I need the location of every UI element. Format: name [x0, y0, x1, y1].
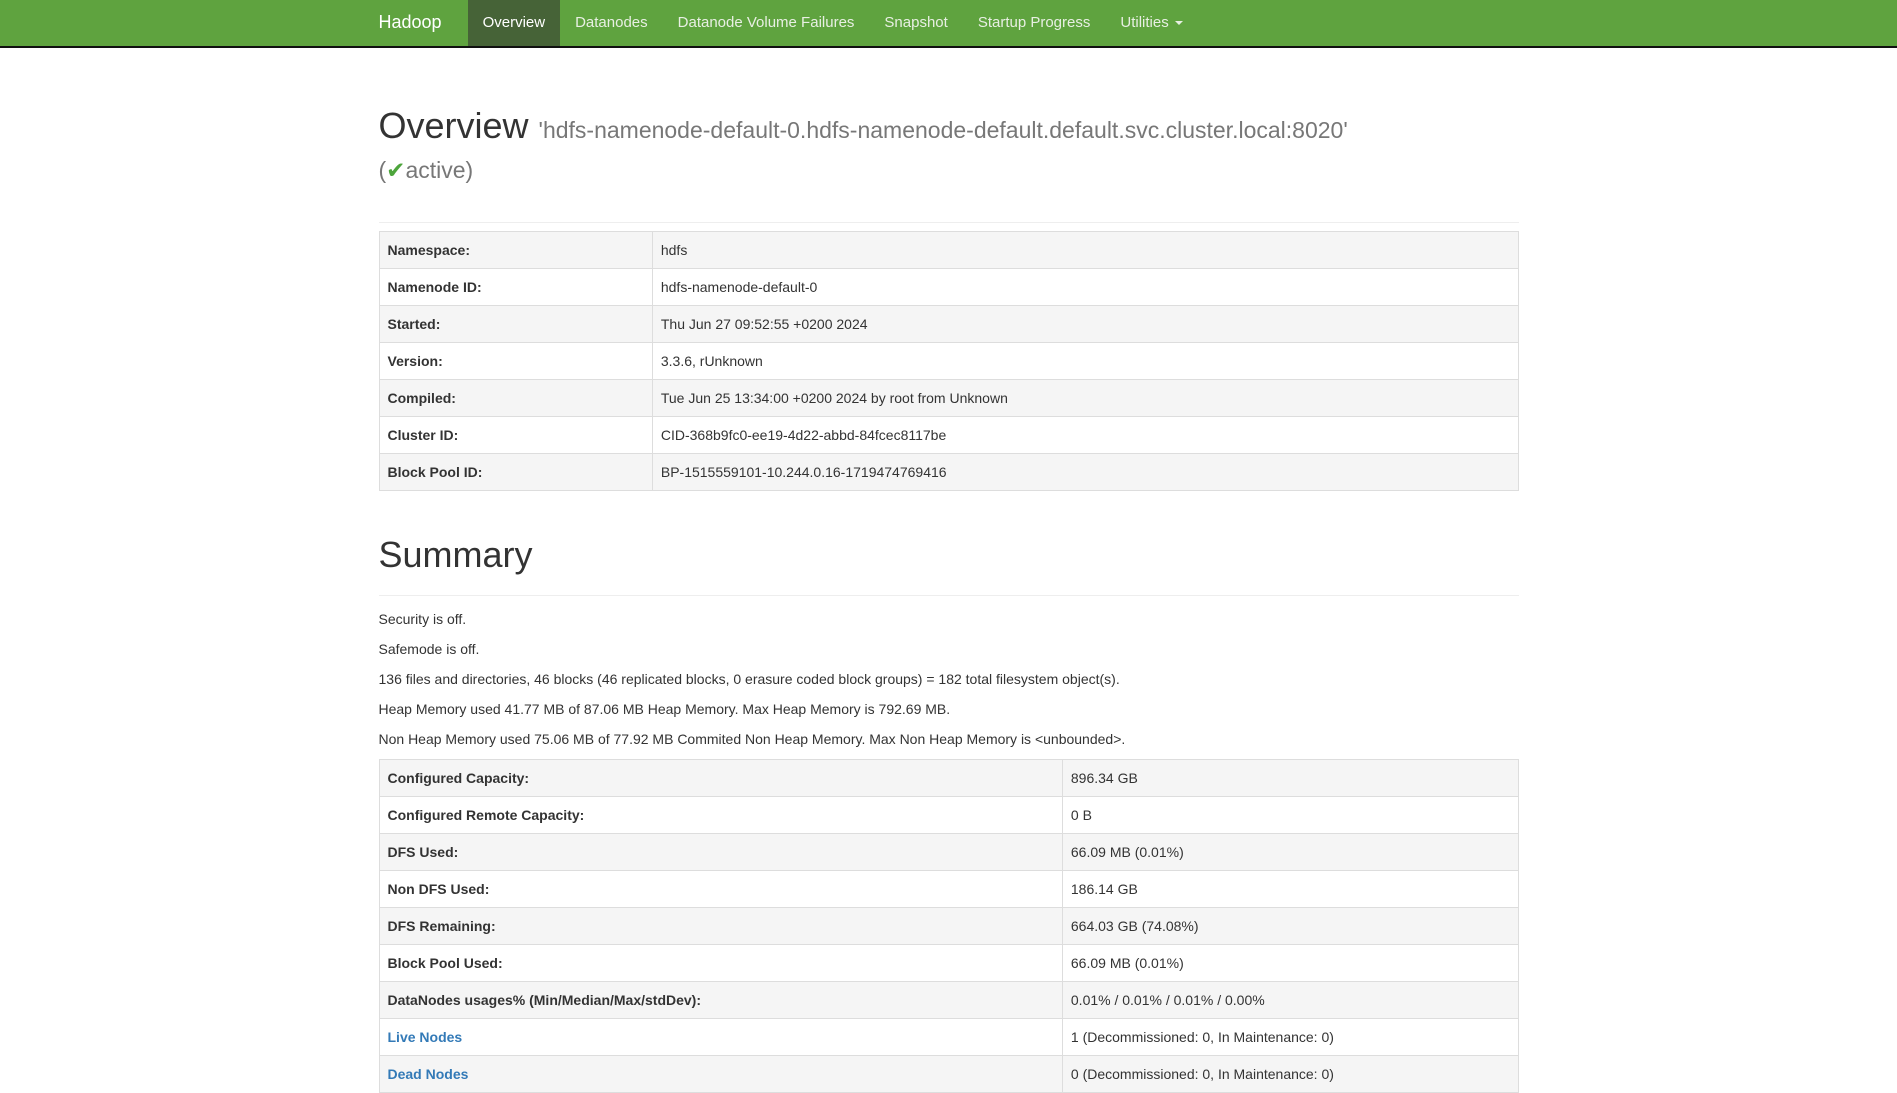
dead-nodes-link[interactable]: Dead Nodes — [388, 1066, 469, 1082]
summary-header: Summary — [379, 535, 1519, 596]
row-label: Dead Nodes — [379, 1056, 1062, 1093]
table-row: Namespace:hdfs — [379, 232, 1518, 269]
row-value: 1 (Decommissioned: 0, In Maintenance: 0) — [1062, 1019, 1518, 1056]
row-value: 66.09 MB (0.01%) — [1062, 834, 1518, 871]
row-label: Started: — [379, 306, 652, 343]
table-row: Live Nodes 1 (Decommissioned: 0, In Maint… — [379, 1019, 1518, 1056]
nav-item-label: Overview — [483, 12, 546, 33]
table-row: Cluster ID:CID-368b9fc0-ee19-4d22-abbd-8… — [379, 417, 1518, 454]
row-label: Block Pool Used: — [379, 945, 1062, 982]
row-label: Version: — [379, 343, 652, 380]
table-row: Block Pool ID:BP-1515559101-10.244.0.16-… — [379, 454, 1518, 491]
nav-menu: Overview Datanodes Datanode Volume Failure… — [468, 0, 1198, 46]
nav-item-label: Snapshot — [884, 12, 947, 33]
table-row: DFS Remaining:664.03 GB (74.08%) — [379, 908, 1518, 945]
row-value: hdfs-namenode-default-0 — [652, 269, 1518, 306]
row-label: Namespace: — [379, 232, 652, 269]
page-title-text: Overview — [379, 105, 529, 146]
summary-paragraph: Security is off. — [379, 609, 1519, 629]
table-row: Compiled:Tue Jun 25 13:34:00 +0200 2024 … — [379, 380, 1518, 417]
nav-item-startup-progress[interactable]: Startup Progress — [963, 0, 1106, 46]
row-value: 0 B — [1062, 797, 1518, 834]
row-label: DataNodes usages% (Min/Median/Max/stdDev… — [379, 982, 1062, 1019]
summary-paragraph: Non Heap Memory used 75.06 MB of 77.92 M… — [379, 729, 1519, 749]
namenode-address: 'hdfs-namenode-default-0.hdfs-namenode-d… — [539, 117, 1348, 143]
nav-item-datanode-volume-failures[interactable]: Datanode Volume Failures — [663, 0, 870, 46]
row-value: Tue Jun 25 13:34:00 +0200 2024 by root f… — [652, 380, 1518, 417]
row-value: 3.3.6, rUnknown — [652, 343, 1518, 380]
summary-title: Summary — [379, 535, 1519, 575]
row-label: Block Pool ID: — [379, 454, 652, 491]
namenode-info-tbody: Namespace:hdfsNamenode ID:hdfs-namenode-… — [379, 232, 1518, 491]
nav-item-label: Datanode Volume Failures — [678, 12, 855, 33]
nav-item-label: Datanodes — [575, 12, 648, 33]
active-status: (✔active) — [379, 150, 1519, 190]
nav-item-snapshot[interactable]: Snapshot — [869, 0, 962, 46]
table-row: DFS Used:66.09 MB (0.01%) — [379, 834, 1518, 871]
nav-item-label: Startup Progress — [978, 12, 1091, 33]
summary-paragraph: Safemode is off. — [379, 639, 1519, 659]
table-row: Started:Thu Jun 27 09:52:55 +0200 2024 — [379, 306, 1518, 343]
status-label: active) — [405, 157, 473, 183]
page-subtitle: 'hdfs-namenode-default-0.hdfs-namenode-d… — [379, 117, 1519, 190]
row-label: Configured Remote Capacity: — [379, 797, 1062, 834]
row-value: 896.34 GB — [1062, 760, 1518, 797]
table-row: Namenode ID:hdfs-namenode-default-0 — [379, 269, 1518, 306]
table-row: DataNodes usages% (Min/Median/Max/stdDev… — [379, 982, 1518, 1019]
row-label: Cluster ID: — [379, 417, 652, 454]
summary-paragraph: Heap Memory used 41.77 MB of 87.06 MB He… — [379, 699, 1519, 719]
namenode-info-table: Namespace:hdfsNamenode ID:hdfs-namenode-… — [379, 231, 1519, 491]
row-value: 0 (Decommissioned: 0, In Maintenance: 0) — [1062, 1056, 1518, 1093]
nav-item-overview[interactable]: Overview — [468, 0, 561, 46]
capacity-tbody: Configured Capacity:896.34 GBConfigured … — [379, 760, 1518, 1093]
row-label: DFS Remaining: — [379, 908, 1062, 945]
capacity-table: Configured Capacity:896.34 GBConfigured … — [379, 759, 1519, 1093]
row-value: BP-1515559101-10.244.0.16-1719474769416 — [652, 454, 1518, 491]
row-label: Configured Capacity: — [379, 760, 1062, 797]
table-row: Dead Nodes 0 (Decommissioned: 0, In Maint… — [379, 1056, 1518, 1093]
page-header: Overview 'hdfs-namenode-default-0.hdfs-n… — [379, 106, 1519, 223]
row-value: 186.14 GB — [1062, 871, 1518, 908]
row-label: Namenode ID: — [379, 269, 652, 306]
row-value: Thu Jun 27 09:52:55 +0200 2024 — [652, 306, 1518, 343]
row-value: 0.01% / 0.01% / 0.01% / 0.00% — [1062, 982, 1518, 1019]
content: Overview 'hdfs-namenode-default-0.hdfs-n… — [379, 106, 1519, 1093]
live-nodes-link[interactable]: Live Nodes — [388, 1029, 463, 1045]
table-row: Configured Remote Capacity:0 B — [379, 797, 1518, 834]
table-row: Configured Capacity:896.34 GB — [379, 760, 1518, 797]
table-row: Block Pool Used:66.09 MB (0.01%) — [379, 945, 1518, 982]
row-value: hdfs — [652, 232, 1518, 269]
row-value: CID-368b9fc0-ee19-4d22-abbd-84fcec8117be — [652, 417, 1518, 454]
navbar-inner: Hadoop Overview Datanodes Datanode Volume … — [379, 0, 1519, 46]
row-value: 66.09 MB (0.01%) — [1062, 945, 1518, 982]
row-label: Live Nodes — [379, 1019, 1062, 1056]
brand-link[interactable]: Hadoop — [379, 0, 468, 46]
row-label: DFS Used: — [379, 834, 1062, 871]
table-row: Version:3.3.6, rUnknown — [379, 343, 1518, 380]
navbar: Hadoop Overview Datanodes Datanode Volume … — [0, 0, 1897, 48]
table-row: Non DFS Used:186.14 GB — [379, 871, 1518, 908]
nav-item-label: Utilities — [1120, 12, 1168, 33]
row-label: Compiled: — [379, 380, 652, 417]
nav-item-utilities[interactable]: Utilities — [1105, 0, 1197, 46]
row-label: Non DFS Used: — [379, 871, 1062, 908]
summary-paragraphs: Security is off. Safemode is off. 136 file… — [379, 609, 1519, 749]
nav-item-datanodes[interactable]: Datanodes — [560, 0, 663, 46]
check-icon: ✔ — [386, 157, 405, 183]
caret-down-icon — [1175, 21, 1183, 25]
row-value: 664.03 GB (74.08%) — [1062, 908, 1518, 945]
page-title: Overview 'hdfs-namenode-default-0.hdfs-n… — [379, 106, 1519, 190]
summary-paragraph: 136 files and directories, 46 blocks (46… — [379, 669, 1519, 689]
